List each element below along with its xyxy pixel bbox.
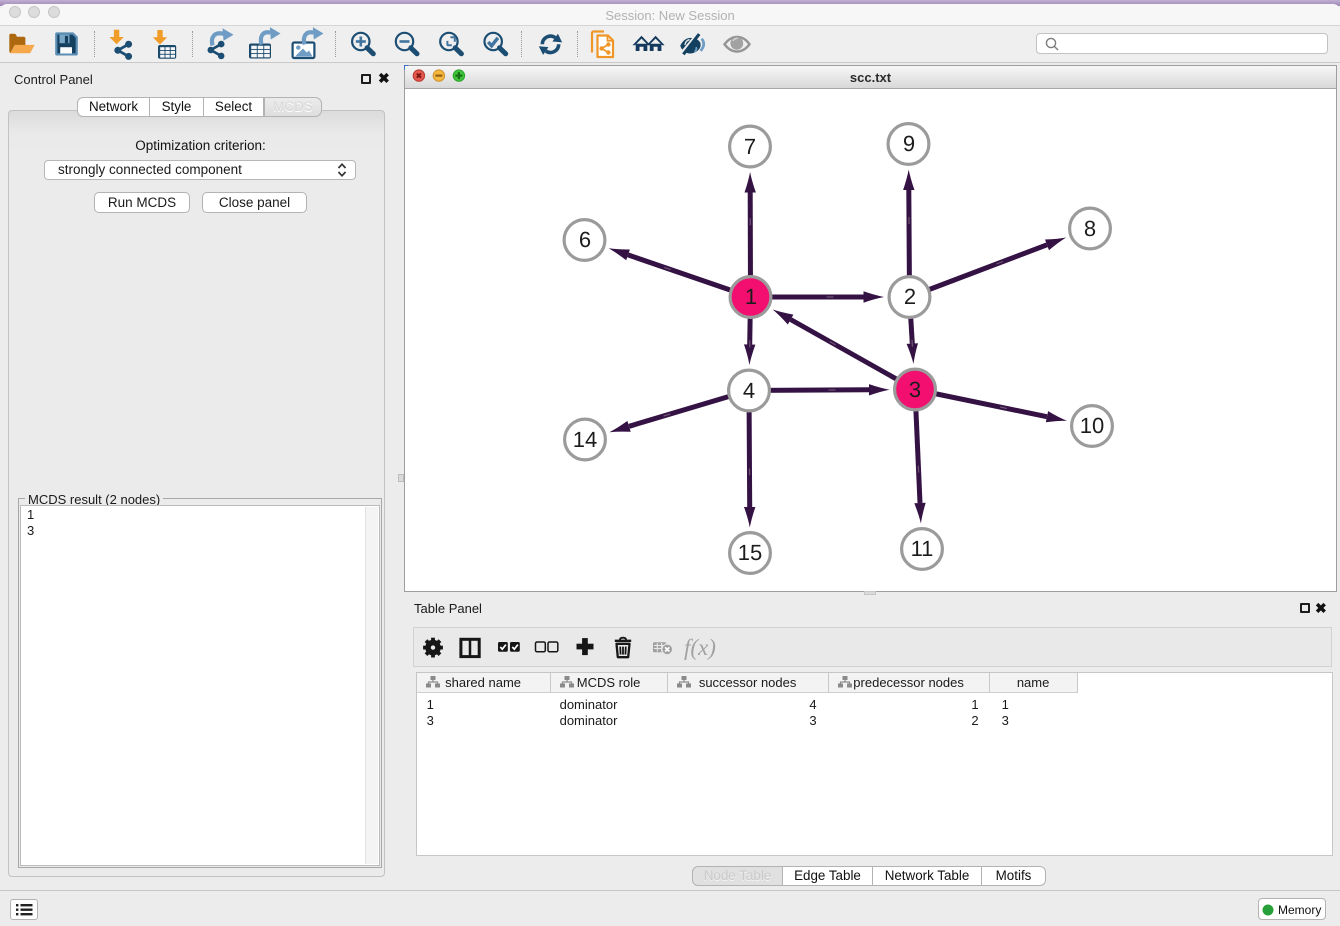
svg-text:f(x): f(x)	[684, 635, 716, 660]
